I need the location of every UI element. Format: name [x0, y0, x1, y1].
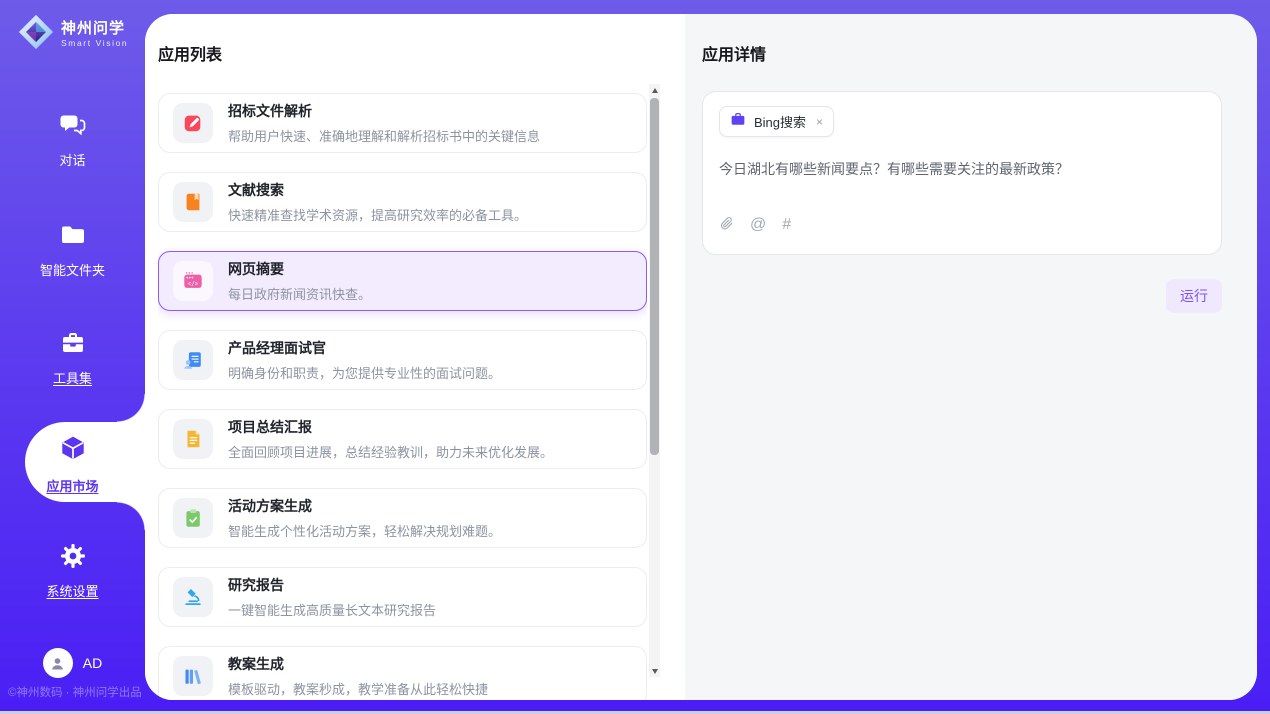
app-card-title: 活动方案生成	[228, 496, 501, 516]
briefcase-icon	[730, 112, 746, 131]
paperclip-icon[interactable]	[719, 214, 734, 236]
app-card-description: 全面回顾项目进展，总结经验教训，助力未来优化发展。	[228, 442, 553, 461]
app-detail-title: 应用详情	[702, 41, 1222, 65]
app-card-description: 明确身份和职责，为您提供专业性的面试问题。	[228, 363, 501, 382]
app-card-description: 每日政府新闻资讯快查。	[228, 284, 371, 303]
app-card-description: 智能生成个性化活动方案，轻松解决规划难题。	[228, 521, 501, 540]
hash-icon[interactable]: #	[782, 217, 791, 233]
app-card[interactable]: 研究报告 一键智能生成高质量长文本研究报告	[158, 567, 647, 627]
document-icon	[173, 419, 213, 459]
avatar	[43, 648, 73, 678]
at-icon[interactable]: @	[750, 217, 766, 233]
app-card-title: 项目总结汇报	[228, 417, 553, 437]
tool-tag-label: Bing搜索	[754, 112, 806, 131]
query-input[interactable]: 今日湖北有哪些新闻要点？有哪些需要关注的最新政策？	[719, 160, 1205, 180]
sidebar-item-chat[interactable]: 对话	[0, 112, 145, 169]
bubble-scoop-top	[117, 394, 145, 422]
app-list-panel: 应用列表 招标文件解析 帮助用户快速、准确地理解和解析招标书中的关键信息 文献搜…	[145, 14, 685, 700]
book-icon	[173, 182, 213, 222]
scrollbar-up-arrow-icon[interactable]	[649, 84, 660, 96]
books-icon	[173, 656, 213, 696]
bubble-scoop-bottom	[117, 502, 145, 530]
user-account[interactable]: AD	[0, 648, 145, 678]
app-card[interactable]: </> 网页摘要 每日政府新闻资讯快查。	[158, 251, 647, 311]
app-card-title: 招标文件解析	[228, 101, 540, 121]
logo-subtitle: Smart Vision	[61, 39, 128, 48]
toolbox-icon	[59, 330, 87, 361]
sidebar-item-app-market[interactable]: 应用市场	[0, 434, 145, 495]
sidebar-item-label: 智能文件夹	[40, 260, 105, 279]
attachment-toolbar: @ #	[719, 214, 1205, 236]
main-panel: 应用列表 招标文件解析 帮助用户快速、准确地理解和解析招标书中的关键信息 文献搜…	[145, 14, 1257, 700]
app-card-title: 文献搜索	[228, 180, 527, 200]
app-card[interactable]: 活动方案生成 智能生成个性化活动方案，轻松解决规划难题。	[158, 488, 647, 548]
scrollbar-down-arrow-icon[interactable]	[649, 665, 660, 677]
app-logo: 神州问学 Smart Vision	[17, 13, 128, 56]
microscope-icon	[173, 577, 213, 617]
app-card-description: 模板驱动，教案秒成，教学准备从此轻松快捷	[228, 679, 488, 698]
app-card-title: 网页摘要	[228, 259, 371, 279]
sidebar-item-toolset[interactable]: 工具集	[0, 330, 145, 387]
app-card[interactable]: 教案生成 模板驱动，教案秒成，教学准备从此轻松快捷	[158, 646, 647, 700]
svg-text:</>: </>	[188, 280, 199, 287]
pen-square-icon	[173, 103, 213, 143]
clipboard-check-icon	[173, 498, 213, 538]
interviewer-icon	[173, 340, 213, 380]
chat-icon	[59, 112, 87, 143]
tool-tag-bing-search[interactable]: Bing搜索 ×	[719, 106, 834, 137]
bottom-accent-strip	[0, 700, 1270, 711]
app-card-title: 研究报告	[228, 575, 436, 595]
sidebar: 神州问学 Smart Vision 对话 智能文件夹 工具集	[0, 0, 145, 714]
cube-icon	[58, 434, 88, 469]
web-code-icon: </>	[173, 261, 213, 301]
sidebar-item-settings[interactable]: 系统设置	[0, 543, 145, 600]
app-card[interactable]: 招标文件解析 帮助用户快速、准确地理解和解析招标书中的关键信息	[158, 93, 647, 153]
gear-icon	[59, 543, 87, 574]
sidebar-item-label: 对话	[59, 150, 85, 169]
sidebar-item-label: 工具集	[53, 368, 92, 387]
scrollbar[interactable]	[649, 84, 660, 677]
folder-icon	[59, 222, 87, 253]
prompt-card: Bing搜索 × 今日湖北有哪些新闻要点？有哪些需要关注的最新政策？ @ #	[702, 91, 1222, 255]
sidebar-item-label: 系统设置	[46, 581, 98, 600]
app-card-description: 帮助用户快速、准确地理解和解析招标书中的关键信息	[228, 126, 540, 145]
user-label: AD	[83, 655, 102, 671]
copyright-text: ©神州数码 · 神州问学出品	[8, 684, 142, 700]
app-card-title: 产品经理面试官	[228, 338, 501, 358]
close-icon[interactable]: ×	[816, 115, 823, 129]
app-list: 招标文件解析 帮助用户快速、准确地理解和解析招标书中的关键信息 文献搜索 快速精…	[158, 93, 647, 700]
logo-diamond-icon	[17, 13, 55, 56]
app-card[interactable]: 项目总结汇报 全面回顾项目进展，总结经验教训，助力未来优化发展。	[158, 409, 647, 469]
scrollbar-thumb[interactable]	[650, 98, 659, 455]
logo-title: 神州问学	[61, 21, 128, 37]
app-list-title: 应用列表	[158, 41, 685, 65]
app-card[interactable]: 产品经理面试官 明确身份和职责，为您提供专业性的面试问题。	[158, 330, 647, 390]
app-card[interactable]: 文献搜索 快速精准查找学术资源，提高研究效率的必备工具。	[158, 172, 647, 232]
sidebar-item-smart-folder[interactable]: 智能文件夹	[0, 222, 145, 279]
sidebar-item-label: 应用市场	[46, 476, 98, 495]
app-card-description: 一键智能生成高质量长文本研究报告	[228, 600, 436, 619]
app-card-description: 快速精准查找学术资源，提高研究效率的必备工具。	[228, 205, 527, 224]
app-detail-panel: 应用详情 Bing搜索 × 今日湖北有哪些新闻要点？有哪些需要关注的最新政策？	[685, 14, 1257, 700]
app-card-title: 教案生成	[228, 654, 488, 674]
run-button[interactable]: 运行	[1166, 279, 1222, 313]
